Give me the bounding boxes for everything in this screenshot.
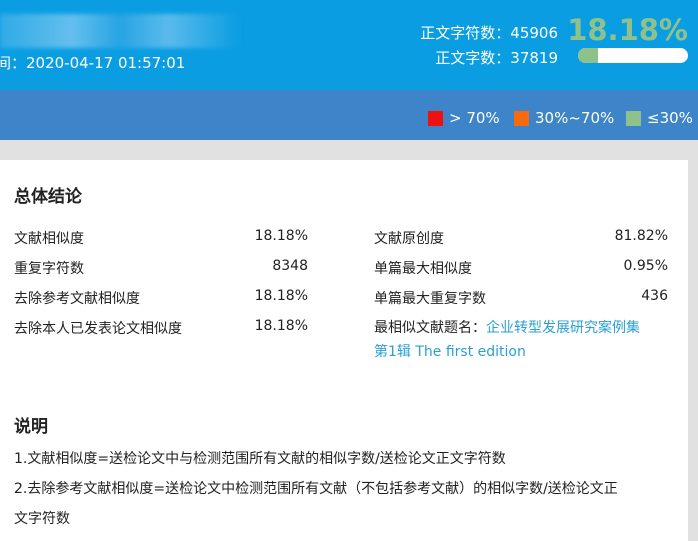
stat-value: 18.18% (254, 228, 308, 244)
red-swatch-icon (428, 110, 443, 126)
note-line: 1.文献相似度=送检论文中与检测范围所有文献的相似字数/送检论文正文字符数 (14, 451, 506, 467)
word-count: 正文字数：37819 (435, 49, 558, 67)
check-time: 间：2020-04-17 01:57:01 (0, 54, 186, 72)
report-header: 间：2020-04-17 01:57:01 正文字符数：45906 正文字数：3… (0, 0, 698, 90)
stat-value: 8348 (272, 258, 308, 274)
summary-card: 总体结论 文献相似度 18.18% 重复字符数 8348 去除参考文献相似度 18.1… (0, 160, 688, 541)
progress-fill (578, 48, 598, 63)
legend-low: ≤30% (626, 109, 693, 127)
legend-label: 30%~70% (535, 109, 615, 127)
most-similar-label: 最相似文献题名： (374, 320, 486, 336)
stat-value: 0.95% (623, 258, 668, 274)
stat-label: 单篇最大相似度 (374, 261, 472, 277)
stat-label: 文献相似度 (14, 231, 84, 247)
legend-band: > 70% 30%~70% ≤30% (0, 90, 698, 140)
note-line: 文字符数 (14, 511, 70, 527)
similarity-progress-bar (578, 48, 688, 63)
stat-label: 重复字符数 (14, 261, 84, 277)
most-similar: 最相似文献题名：企业转型发展研究案例集第1辑 The first edition (374, 316, 674, 364)
stat-label: 去除本人已发表论文相似度 (14, 321, 182, 337)
stat-value: 18.18% (254, 318, 308, 334)
stat-value: 436 (641, 288, 668, 304)
stat-label: 去除参考文献相似度 (14, 291, 140, 307)
legend-label: > 70% (449, 109, 500, 127)
legend-mid: 30%~70% (514, 109, 614, 127)
stat-label: 单篇最大重复字数 (374, 291, 486, 307)
legend-high: > 70% (428, 109, 500, 127)
legend-label: ≤30% (647, 109, 693, 127)
summary-title: 总体结论 (14, 187, 82, 207)
blurred-title (0, 14, 240, 48)
stat-value: 81.82% (614, 228, 668, 244)
similarity-percent: 18.18% (567, 13, 688, 47)
note-line: 2.去除参考文献相似度=送检论文中检测范围所有文献（不包括参考文献）的相似字数/… (14, 481, 618, 497)
stat-label: 文献原创度 (374, 231, 444, 247)
most-similar-link[interactable]: 企业转型发展研究案例集 (486, 320, 640, 336)
orange-swatch-icon (514, 110, 529, 126)
green-swatch-icon (626, 110, 641, 126)
char-count: 正文字符数：45906 (420, 24, 558, 42)
most-similar-link-cont[interactable]: 第1辑 The first edition (374, 344, 526, 360)
stat-value: 18.18% (254, 288, 308, 304)
notes-title: 说明 (14, 417, 48, 437)
